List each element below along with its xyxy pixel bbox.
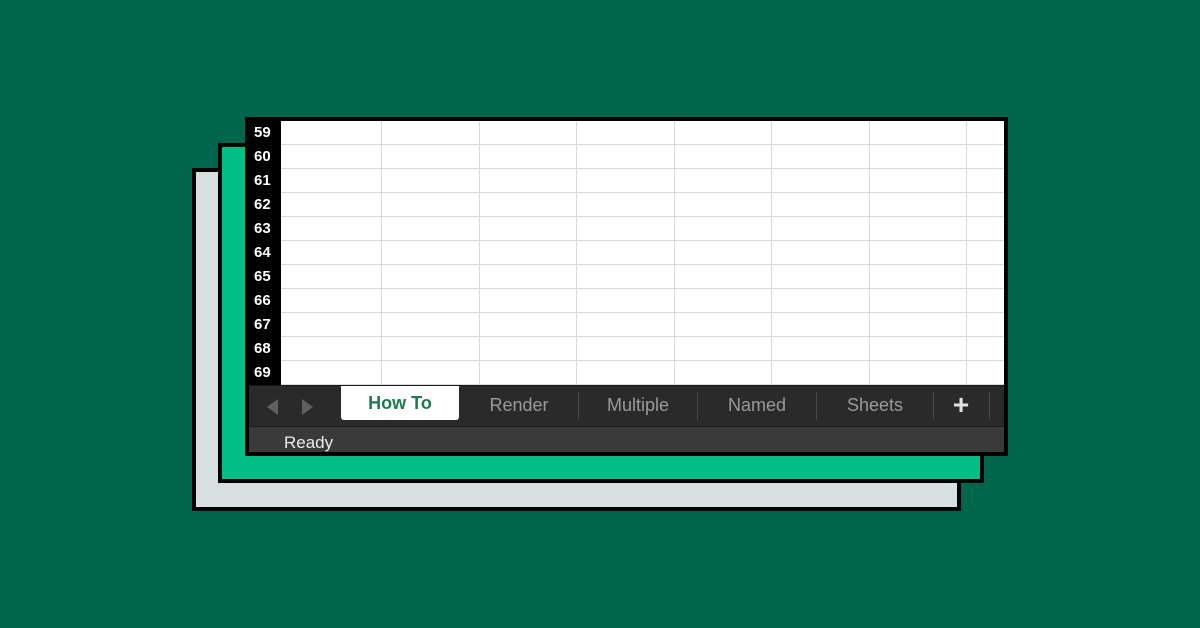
- tab-render[interactable]: Render: [460, 386, 578, 426]
- plus-icon[interactable]: +: [934, 386, 988, 426]
- row-header[interactable]: 67: [249, 313, 281, 337]
- row-header[interactable]: 66: [249, 289, 281, 313]
- grid-row[interactable]: 67: [249, 313, 1004, 337]
- tab-how-to[interactable]: How To: [341, 386, 459, 420]
- grid-row[interactable]: 65: [249, 265, 1004, 289]
- grid-row[interactable]: 64: [249, 241, 1004, 265]
- triangle-left-icon[interactable]: [267, 399, 278, 415]
- grid-row[interactable]: 66: [249, 289, 1004, 313]
- tab-sheets[interactable]: Sheets: [817, 386, 933, 426]
- grid-row[interactable]: 69: [249, 361, 1004, 385]
- row-header[interactable]: 62: [249, 193, 281, 217]
- sheet-tab-bar: How To Render Multiple Named Sheets +: [249, 385, 1004, 426]
- grid-row[interactable]: 61: [249, 169, 1004, 193]
- grid-row[interactable]: 60: [249, 145, 1004, 169]
- tab-multiple[interactable]: Multiple: [579, 386, 697, 426]
- grid-row[interactable]: 62: [249, 193, 1004, 217]
- status-bar: Ready: [249, 426, 1004, 452]
- status-text: Ready: [284, 433, 334, 452]
- row-header[interactable]: 63: [249, 217, 281, 241]
- row-header[interactable]: 60: [249, 145, 281, 169]
- triangle-right-icon[interactable]: [302, 399, 313, 415]
- grid-row[interactable]: 63: [249, 217, 1004, 241]
- row-header[interactable]: 64: [249, 241, 281, 265]
- row-header[interactable]: 69: [249, 361, 281, 385]
- row-header[interactable]: 65: [249, 265, 281, 289]
- grid-row[interactable]: 68: [249, 337, 1004, 361]
- tab-named[interactable]: Named: [698, 386, 816, 426]
- row-header[interactable]: 68: [249, 337, 281, 361]
- cell-grid[interactable]: 59 60 61 62 63 64 65 66 67 68 69: [249, 121, 1004, 385]
- grid-row[interactable]: 59: [249, 121, 1004, 145]
- row-header[interactable]: 61: [249, 169, 281, 193]
- row-header[interactable]: 59: [249, 121, 281, 145]
- spreadsheet-window: 59 60 61 62 63 64 65 66 67 68 69 How To …: [245, 117, 1008, 456]
- tab-divider: [989, 392, 990, 420]
